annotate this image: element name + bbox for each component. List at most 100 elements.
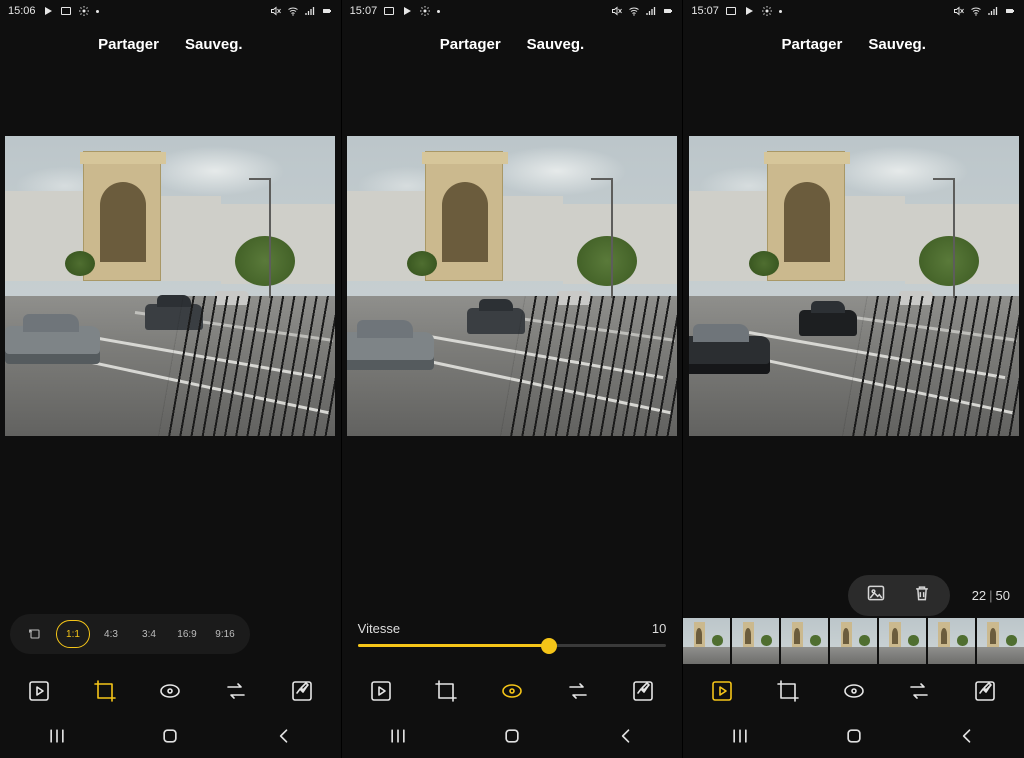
image-icon xyxy=(383,5,395,17)
frame-total: 50 xyxy=(996,588,1010,603)
delete-frame-button[interactable] xyxy=(912,583,932,608)
photo-preview[interactable] xyxy=(683,136,1024,436)
app-stage: 15:06 Partager Sauveg. xyxy=(0,0,1024,758)
play-tool[interactable] xyxy=(22,674,56,708)
nav-back[interactable] xyxy=(274,726,294,751)
wifi-icon xyxy=(287,5,299,17)
gear-icon xyxy=(761,5,773,17)
save-button[interactable]: Sauveg. xyxy=(868,36,926,53)
speed-value: 10 xyxy=(652,621,666,636)
adjust-tool[interactable] xyxy=(285,674,319,708)
android-nav xyxy=(342,718,683,758)
aspect-ratio-row: 1:1 4:3 3:4 16:9 9:16 xyxy=(0,604,341,664)
save-button[interactable]: Sauveg. xyxy=(527,36,585,53)
play-tool[interactable] xyxy=(705,674,739,708)
slider-fill xyxy=(358,644,549,647)
frame-current: 22 xyxy=(972,588,986,603)
speed-tool[interactable] xyxy=(153,674,187,708)
more-dot-icon xyxy=(779,10,782,13)
image-icon xyxy=(60,5,72,17)
mute-icon xyxy=(270,5,282,17)
adjust-tool[interactable] xyxy=(626,674,660,708)
bottom-tools xyxy=(683,664,1024,718)
save-button[interactable]: Sauveg. xyxy=(185,36,243,53)
status-bar: 15:07 xyxy=(342,0,683,22)
aspect-1-1[interactable]: 1:1 xyxy=(56,620,90,648)
speed-slider[interactable]: Vitesse 10 xyxy=(352,621,673,647)
play-store-icon xyxy=(743,5,755,17)
wifi-icon xyxy=(628,5,640,17)
top-actions: Partager Sauveg. xyxy=(683,22,1024,66)
filmstrip-thumb[interactable] xyxy=(879,618,926,664)
battery-icon xyxy=(321,5,333,17)
slider-track[interactable] xyxy=(358,644,667,647)
nav-home[interactable] xyxy=(502,726,522,751)
share-button[interactable]: Partager xyxy=(98,36,159,53)
photo-preview[interactable] xyxy=(0,136,341,436)
filmstrip-thumb[interactable] xyxy=(683,618,730,664)
speed-tool[interactable] xyxy=(495,674,529,708)
rotate-chip[interactable] xyxy=(18,620,52,648)
battery-icon xyxy=(1004,5,1016,17)
nav-home[interactable] xyxy=(160,726,180,751)
nav-recents[interactable] xyxy=(388,726,408,751)
image-icon xyxy=(725,5,737,17)
photo-preview[interactable] xyxy=(342,136,683,436)
swap-tool[interactable] xyxy=(219,674,253,708)
nav-home[interactable] xyxy=(844,726,864,751)
frame-counter: 22|50 xyxy=(972,588,1010,603)
mute-icon xyxy=(953,5,965,17)
filmstrip-thumb[interactable] xyxy=(781,618,828,664)
crop-tool[interactable] xyxy=(429,674,463,708)
pane-frames: 15:07 Partager Sauveg. xyxy=(683,0,1024,758)
wifi-icon xyxy=(970,5,982,17)
adjust-tool[interactable] xyxy=(968,674,1002,708)
filmstrip-thumb[interactable] xyxy=(830,618,877,664)
more-dot-icon xyxy=(96,10,99,13)
play-store-icon xyxy=(42,5,54,17)
status-time: 15:06 xyxy=(8,5,36,17)
play-tool[interactable] xyxy=(364,674,398,708)
top-actions: Partager Sauveg. xyxy=(0,22,341,66)
android-nav xyxy=(683,718,1024,758)
filmstrip-thumb[interactable] xyxy=(977,618,1024,664)
mute-icon xyxy=(611,5,623,17)
nav-recents[interactable] xyxy=(47,726,67,751)
signal-icon xyxy=(987,5,999,17)
crop-tool[interactable] xyxy=(88,674,122,708)
swap-tool[interactable] xyxy=(561,674,595,708)
status-bar: 15:07 xyxy=(683,0,1024,22)
slider-thumb[interactable] xyxy=(541,638,557,654)
share-button[interactable]: Partager xyxy=(781,36,842,53)
filmstrip[interactable] xyxy=(683,618,1024,664)
top-actions: Partager Sauveg. xyxy=(342,22,683,66)
battery-icon xyxy=(662,5,674,17)
more-dot-icon xyxy=(437,10,440,13)
nav-back[interactable] xyxy=(616,726,636,751)
gear-icon xyxy=(419,5,431,17)
signal-icon xyxy=(304,5,316,17)
bottom-tools xyxy=(342,664,683,718)
speed-tool[interactable] xyxy=(837,674,871,708)
nav-recents[interactable] xyxy=(730,726,750,751)
nav-back[interactable] xyxy=(957,726,977,751)
speed-row: Vitesse 10 xyxy=(342,604,683,664)
swap-tool[interactable] xyxy=(902,674,936,708)
filmstrip-thumb[interactable] xyxy=(928,618,975,664)
signal-icon xyxy=(645,5,657,17)
aspect-3-4[interactable]: 3:4 xyxy=(132,620,166,648)
share-button[interactable]: Partager xyxy=(440,36,501,53)
status-bar: 15:06 xyxy=(0,0,341,22)
crop-tool[interactable] xyxy=(771,674,805,708)
pane-speed: 15:07 Partager Sauveg. xyxy=(342,0,684,758)
status-time: 15:07 xyxy=(350,5,378,17)
speed-label: Vitesse xyxy=(358,621,400,636)
aspect-16-9[interactable]: 16:9 xyxy=(170,620,204,648)
aspect-9-16[interactable]: 9:16 xyxy=(208,620,242,648)
aspect-chip-group: 1:1 4:3 3:4 16:9 9:16 xyxy=(10,614,250,654)
save-frame-button[interactable] xyxy=(866,583,886,608)
aspect-4-3[interactable]: 4:3 xyxy=(94,620,128,648)
filmstrip-thumb[interactable] xyxy=(732,618,779,664)
android-nav xyxy=(0,718,341,758)
frame-actions-row: 22|50 xyxy=(683,572,1024,618)
